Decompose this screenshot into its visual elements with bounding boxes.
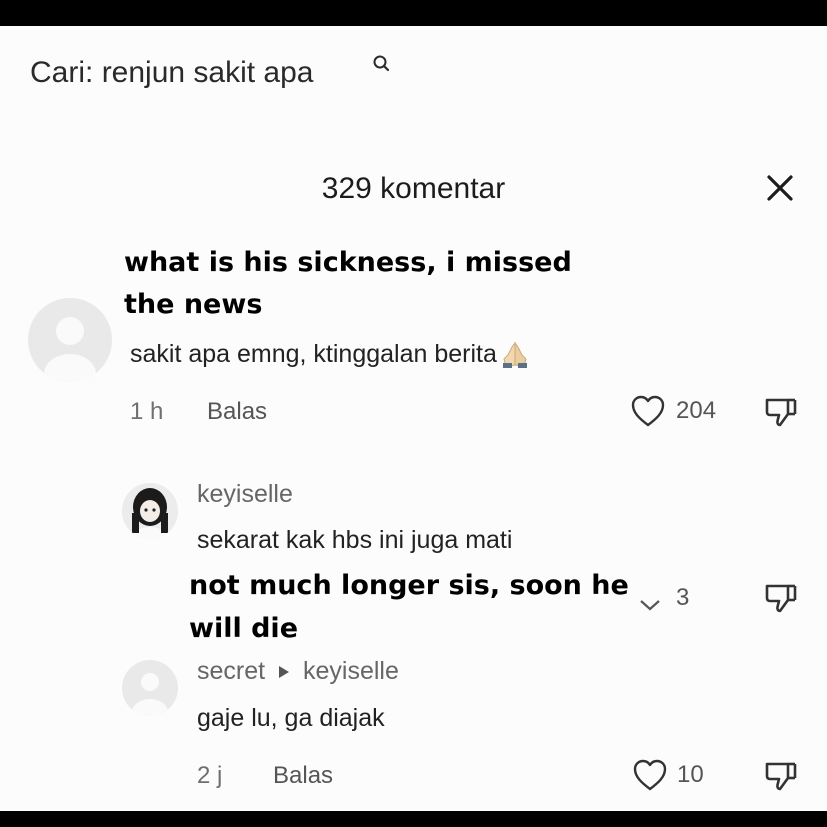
reply-arrow-icon (278, 665, 290, 679)
like-count: 3 (676, 584, 690, 611)
avatar[interactable] (122, 483, 178, 539)
like-icon[interactable] (632, 758, 668, 792)
chevron-down-icon[interactable] (639, 598, 661, 612)
comment-time: 1 h (130, 398, 164, 425)
dislike-icon[interactable] (764, 396, 798, 428)
comment-username[interactable]: keyiselle (197, 480, 293, 509)
reply-header: secret keyiselle (197, 657, 399, 686)
comment-time: 2 j (197, 762, 223, 789)
search-label: Cari: (30, 56, 94, 89)
comment-username[interactable]: secret (197, 657, 265, 685)
reply-to-username[interactable]: keyiselle (303, 657, 399, 685)
comment-text: sakit apa emng, ktinggalan berita (130, 340, 532, 369)
avatar[interactable] (122, 660, 178, 716)
caption-overlay: not much longer sis, soon he (189, 570, 629, 601)
caption-overlay: will die (189, 613, 299, 644)
like-icon[interactable] (630, 394, 666, 428)
search-icon[interactable] (372, 54, 392, 74)
caption-overlay: what is his sickness, i missed (124, 247, 572, 278)
reply-button[interactable]: Balas (273, 762, 333, 790)
comment-text: gaje lu, ga diajak (197, 704, 385, 732)
dislike-icon[interactable] (764, 760, 798, 792)
caption-overlay: the news (124, 289, 263, 320)
reply-button[interactable]: Balas (207, 398, 267, 426)
search-query: renjun sakit apa (101, 56, 314, 89)
dislike-icon[interactable] (764, 582, 798, 614)
praying-hands-icon (498, 341, 532, 369)
comment-text: sekarat kak hbs ini juga mati (197, 526, 513, 554)
avatar[interactable] (28, 298, 112, 382)
close-icon[interactable] (764, 172, 796, 204)
like-count: 204 (676, 397, 717, 424)
search-bar[interactable]: Cari: renjun sakit apa (30, 56, 314, 90)
like-count: 10 (677, 761, 704, 788)
comment-count-title: 329 komentar (321, 172, 506, 205)
